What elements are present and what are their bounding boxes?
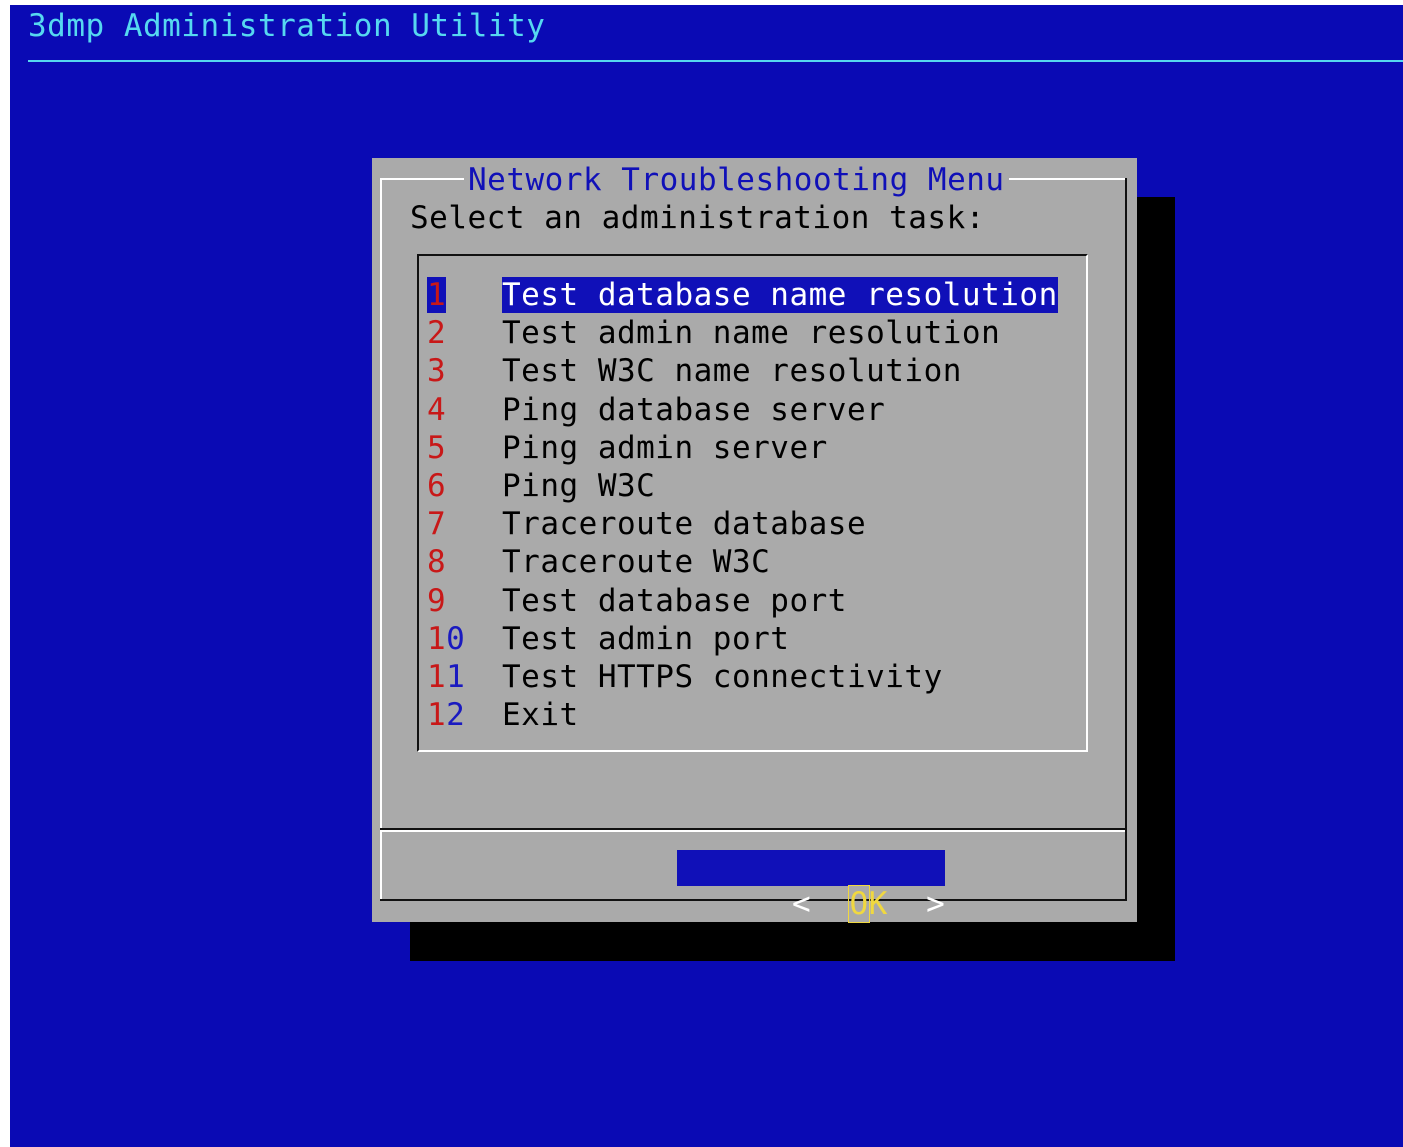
menu-item-tag: 9 (427, 583, 502, 619)
menu-item-tag: 6 (427, 468, 502, 504)
menu-item-label: Test admin port (502, 620, 790, 657)
menu-item-hotkey: 2 (427, 315, 447, 352)
menu-item-label: Traceroute database (502, 506, 867, 543)
button-divider-highlight (380, 830, 1125, 832)
menu-item-tag: 1 (427, 277, 502, 314)
menu-item[interactable]: 7 Traceroute database (427, 505, 1058, 543)
menu-item[interactable]: 4 Ping database server (427, 391, 1058, 429)
menu-item-tag: 12 (427, 697, 502, 733)
ok-left-bracket: < (791, 886, 812, 922)
menu-item-hotkey: 5 (427, 429, 447, 466)
menu-item-label: Test W3C name resolution (502, 353, 962, 390)
menu-item[interactable]: 10 Test admin port (427, 620, 1058, 658)
backtitle-rule (28, 60, 1403, 62)
menu-item-label: Ping admin server (502, 429, 828, 466)
menu-item-tag-rest: 1 (446, 658, 466, 695)
ok-right-bracket: > (926, 886, 946, 922)
ok-label-rest: K (868, 886, 888, 922)
menu-item-label: Traceroute W3C (502, 544, 771, 581)
menu-item-label: Ping W3C (502, 468, 656, 505)
menu-item-tag: 8 (427, 544, 502, 580)
terminal-screen: 3dmp Administration Utility Network Trou… (10, 5, 1403, 1147)
menu-item[interactable]: 8 Traceroute W3C (427, 543, 1058, 581)
menu-item-tag: 4 (427, 392, 502, 428)
menu-item[interactable]: 5 Ping admin server (427, 429, 1058, 467)
menu-item-label: Test database name resolution (502, 277, 1058, 314)
menu-item[interactable]: 6 Ping W3C (427, 467, 1058, 505)
menu-item[interactable]: 1 Test database name resolution (427, 276, 1058, 314)
dialog-frame-left (380, 178, 382, 900)
menu-item-tag: 7 (427, 506, 502, 542)
menu-item-label: Test database port (502, 582, 847, 619)
menu-item-label: Test HTTPS connectivity (502, 658, 943, 695)
menu-item[interactable]: 2 Test admin name resolution (427, 314, 1058, 352)
menu-item-hotkey: 7 (427, 506, 447, 543)
menu-item-tag: 5 (427, 430, 502, 466)
dialog-frame-right (1125, 178, 1127, 901)
menu-item-tag-rest: 2 (446, 697, 466, 734)
menu-item-tag: 10 (427, 621, 502, 657)
menu-item-label: Exit (502, 697, 579, 734)
menu-item-hotkey: 4 (427, 391, 447, 428)
menu-item[interactable]: 12 Exit (427, 696, 1058, 734)
menu-dialog: Network Troubleshooting Menu Select an a… (372, 158, 1137, 923)
menu-item-tag: 3 (427, 353, 502, 389)
backtitle: 3dmp Administration Utility (28, 8, 546, 44)
menu-item-tag-rest: 0 (446, 620, 466, 657)
menu-item-hotkey: 1 (427, 697, 447, 734)
menu-item-label: Test admin name resolution (502, 315, 1001, 352)
menu-item-hotkey: 1 (427, 620, 447, 657)
menu-item-tag: 2 (427, 315, 502, 351)
menu-item-tag: 11 (427, 659, 502, 695)
menu-item[interactable]: 3 Test W3C name resolution (427, 352, 1058, 390)
dialog-title: Network Troubleshooting Menu (464, 162, 1009, 198)
ok-button[interactable]: < OK > (677, 850, 946, 923)
menu-item-hotkey: 1 (427, 658, 447, 695)
menu-list: 1 Test database name resolution 2 Test admi… (427, 276, 1058, 734)
menu-item-hotkey: 6 (427, 468, 447, 505)
menu-item-label: Ping database server (502, 391, 886, 428)
dialog-prompt: Select an administration task: (410, 200, 985, 236)
menu-item[interactable]: 9 Test database port (427, 582, 1058, 620)
menu-item-hotkey: 3 (427, 353, 447, 390)
menu-item-hotkey: 9 (427, 582, 447, 619)
menu-item-hotkey: 1 (427, 277, 447, 314)
menu-item-hotkey: 8 (427, 544, 447, 581)
menu-item[interactable]: 11 Test HTTPS connectivity (427, 658, 1058, 696)
ok-hotkey: O (848, 885, 870, 923)
